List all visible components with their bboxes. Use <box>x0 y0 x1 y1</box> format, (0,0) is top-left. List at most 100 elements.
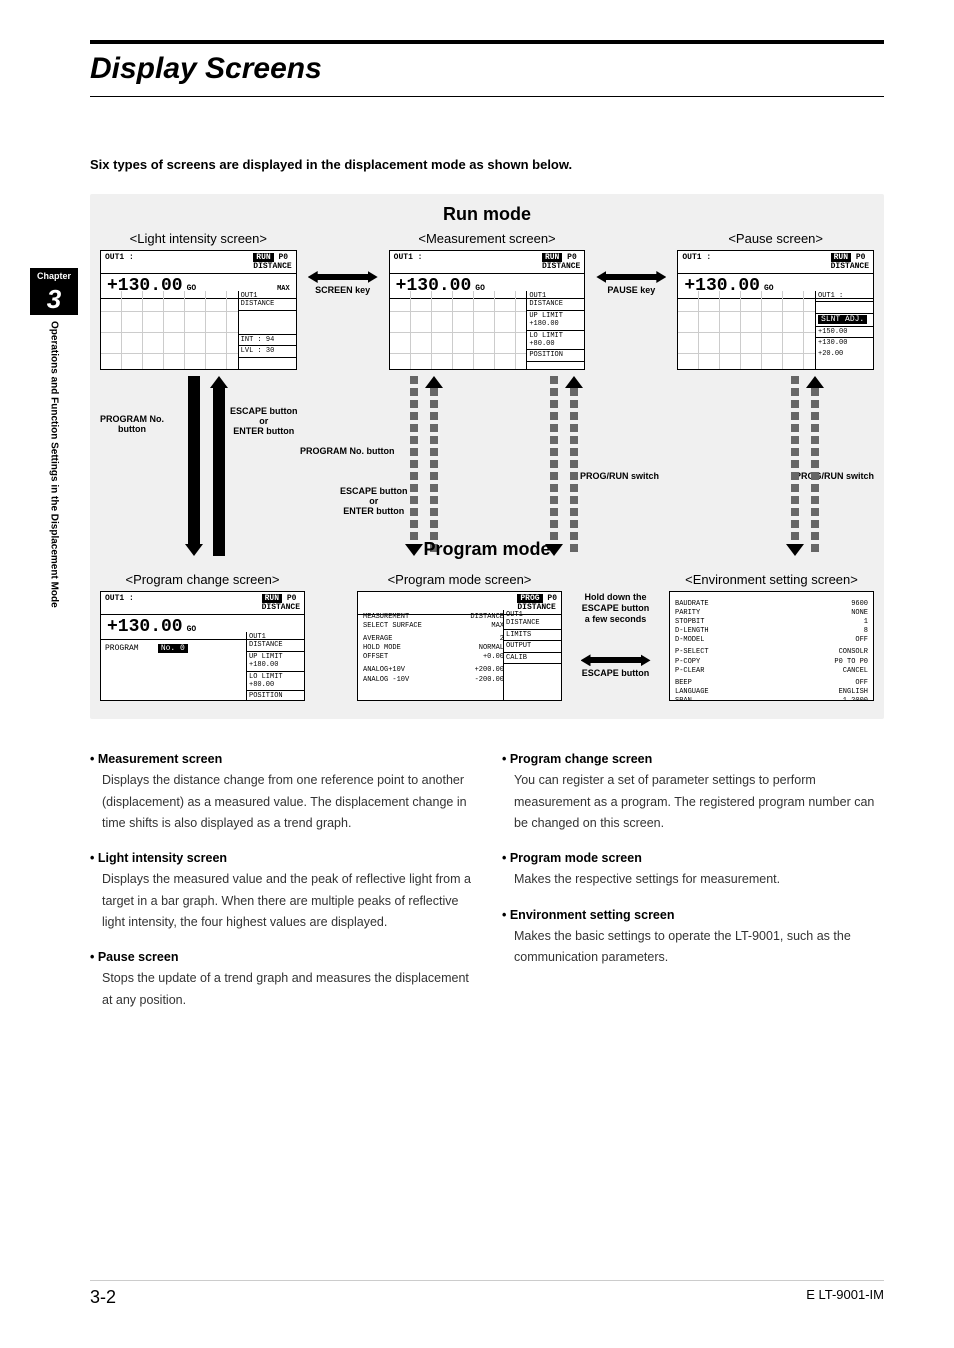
env-8: 8 <box>864 627 868 636</box>
lcd-distance: DISTANCE <box>253 262 291 271</box>
measurement-label: <Measurement screen> <box>389 231 586 246</box>
double-arrow-icon <box>308 271 378 283</box>
lcd-run-badge: RUN <box>253 253 273 262</box>
env-language: LANGUAGE <box>675 688 709 697</box>
program-no-button2-label: PROGRAM No. button <box>300 446 394 456</box>
lcd-no0: No. 0 <box>158 644 188 653</box>
lcd-p0: P0 <box>287 594 297 603</box>
program-change-lcd: OUT1 : RUN P0DISTANCE +130.00 GO OUT1 DI… <box>100 591 305 701</box>
pm-offset: OFFSET <box>363 653 388 662</box>
desc-pchange-body: You can register a set of parameter sett… <box>502 770 884 834</box>
screen-key-label: SCREEN key <box>315 285 370 296</box>
program-change-block: <Program change screen> OUT1 : RUN P0DIS… <box>100 572 305 701</box>
desc-measurement-body: Displays the distance change from one re… <box>90 770 472 834</box>
lcd-program-label: PROGRAM <box>105 644 139 653</box>
env-p0top0: P0 TO P0 <box>834 658 868 667</box>
pm-select-surface: SELECT SURFACE <box>363 622 422 631</box>
program-change-label: <Program change screen> <box>100 572 305 587</box>
arrow-down-dashed <box>786 376 804 556</box>
desc-pause-title: • Pause screen <box>90 947 472 968</box>
pm-m200: -200.00 <box>475 676 504 685</box>
env-parity: PARITY <box>675 609 700 618</box>
lcd-run-badge: RUN <box>831 253 851 262</box>
lcd-uplimit: UP LIMIT +180.00 <box>527 311 584 331</box>
prog-run-switch-1: PROG/RUN switch <box>580 471 659 481</box>
arrow-up-dashed <box>806 376 824 556</box>
lcd-run-badge: RUN <box>542 253 562 262</box>
env-baudrate: BAUDRATE <box>675 600 709 609</box>
lcd-out1-dist: OUT1 DISTANCE <box>239 291 296 311</box>
double-arrow-icon <box>581 654 651 666</box>
desc-col-right: • Program change screen You can register… <box>502 749 884 1025</box>
spacer <box>311 572 351 612</box>
lcd-graph <box>390 291 527 369</box>
program-mode-block: <Program mode screen> PROG P0DISTANCE ME… <box>357 572 562 701</box>
desc-col-left: • Measurement screen Displays the distan… <box>90 749 472 1025</box>
env-english: ENGLISH <box>839 688 868 697</box>
env-cancel: CANCEL <box>843 667 868 676</box>
pm-output: OUTPUT <box>504 641 561 652</box>
run-mode-heading: Run mode <box>100 204 874 225</box>
lcd-int: INT : 94 <box>239 335 296 346</box>
desc-pause-body: Stops the update of a trend graph and me… <box>90 968 472 1011</box>
pm-hold-mode: HOLD MODE <box>363 644 401 653</box>
lcd-out1: OUT1 : <box>105 253 134 271</box>
lcd-out1-side: OUT1 : <box>816 291 873 302</box>
light-intensity-lcd: OUT1 : RUN P0DISTANCE +130.00 GO MAX OUT… <box>100 250 297 370</box>
desc-pmode-title: • Program mode screen <box>502 848 884 869</box>
flow-area: PROGRAM No. button ESCAPE button or ENTE… <box>100 376 874 566</box>
env-beep: BEEP <box>675 679 692 688</box>
lcd-distance: DISTANCE <box>542 262 580 271</box>
pm-p200: +200.00 <box>475 666 504 675</box>
lcd-p0: P0 <box>567 253 577 262</box>
light-intensity-block: <Light intensity screen> OUT1 : RUN P0DI… <box>100 231 297 370</box>
escape-enter-label: ESCAPE button or ENTER button <box>230 406 298 436</box>
lcd-distance: DISTANCE <box>262 603 300 612</box>
lcd-position: POSITION <box>247 691 304 701</box>
pm-limits: LIMITS <box>504 630 561 641</box>
env-setting-block: <Environment setting screen> BAUDRATE960… <box>669 572 874 701</box>
pause-key-connector: PAUSE key <box>591 231 671 296</box>
lcd-p0: P0 <box>856 253 866 262</box>
program-no-button-label: PROGRAM No. button <box>100 414 164 434</box>
env-off: OFF <box>855 636 868 645</box>
env-1: 1 <box>864 618 868 627</box>
lcd-distance: DISTANCE <box>831 262 869 271</box>
lcd-out1-dist: OUT1 DISTANCE <box>527 291 584 311</box>
env-span: SPAN <box>675 697 692 701</box>
screen-key-connector: SCREEN key <box>303 231 383 296</box>
lcd-out1: OUT1 : <box>394 253 423 271</box>
run-mode-row: <Light intensity screen> OUT1 : RUN P0DI… <box>100 231 874 370</box>
descriptions: • Measurement screen Displays the distan… <box>90 749 884 1025</box>
pm-normal: NORMAL <box>479 644 504 653</box>
desc-light-body: Displays the measured value and the peak… <box>90 869 472 933</box>
top-rule <box>90 40 884 44</box>
env-pclear: P-CLEAR <box>675 667 704 676</box>
lcd-p0: P0 <box>547 594 557 603</box>
footer: 3-2 E LT-9001-IM <box>90 1280 884 1308</box>
env-dmodel: D-MODEL <box>675 636 704 645</box>
pm-analog-m: ANALOG -10V <box>363 676 409 685</box>
pm-average: AVERAGE <box>363 635 392 644</box>
env-9600: 9600 <box>851 600 868 609</box>
program-mode-heading: Program mode <box>100 539 874 560</box>
desc-env-body: Makes the basic settings to operate the … <box>502 926 884 969</box>
desc-pmode-body: Makes the respective settings for measur… <box>502 869 884 890</box>
arrow-down-dashed <box>545 376 563 556</box>
lcd-run-badge: RUN <box>262 594 282 603</box>
lcd-out1: OUT1 : <box>682 253 711 271</box>
doc-id: E LT-9001-IM <box>806 1287 884 1308</box>
desc-pchange-title: • Program change screen <box>502 749 884 770</box>
env-none: NONE <box>851 609 868 618</box>
diagram: Run mode <Light intensity screen> OUT1 :… <box>90 194 884 719</box>
lcd-p0: P0 <box>278 253 288 262</box>
lcd-20: +20.00 <box>816 349 873 359</box>
light-intensity-label: <Light intensity screen> <box>100 231 297 246</box>
lcd-slntadj: SLNT ADJ. <box>818 315 867 324</box>
desc-light-title: • Light intensity screen <box>90 848 472 869</box>
chapter-number: 3 <box>30 284 78 315</box>
double-arrow-icon <box>596 271 666 283</box>
lcd-lolimit: LO LIMIT +80.00 <box>527 331 584 351</box>
lcd-out1-dist: OUT1 DISTANCE <box>504 610 561 630</box>
chapter-tab: Chapter 3 Operations and Function Settin… <box>30 268 78 608</box>
